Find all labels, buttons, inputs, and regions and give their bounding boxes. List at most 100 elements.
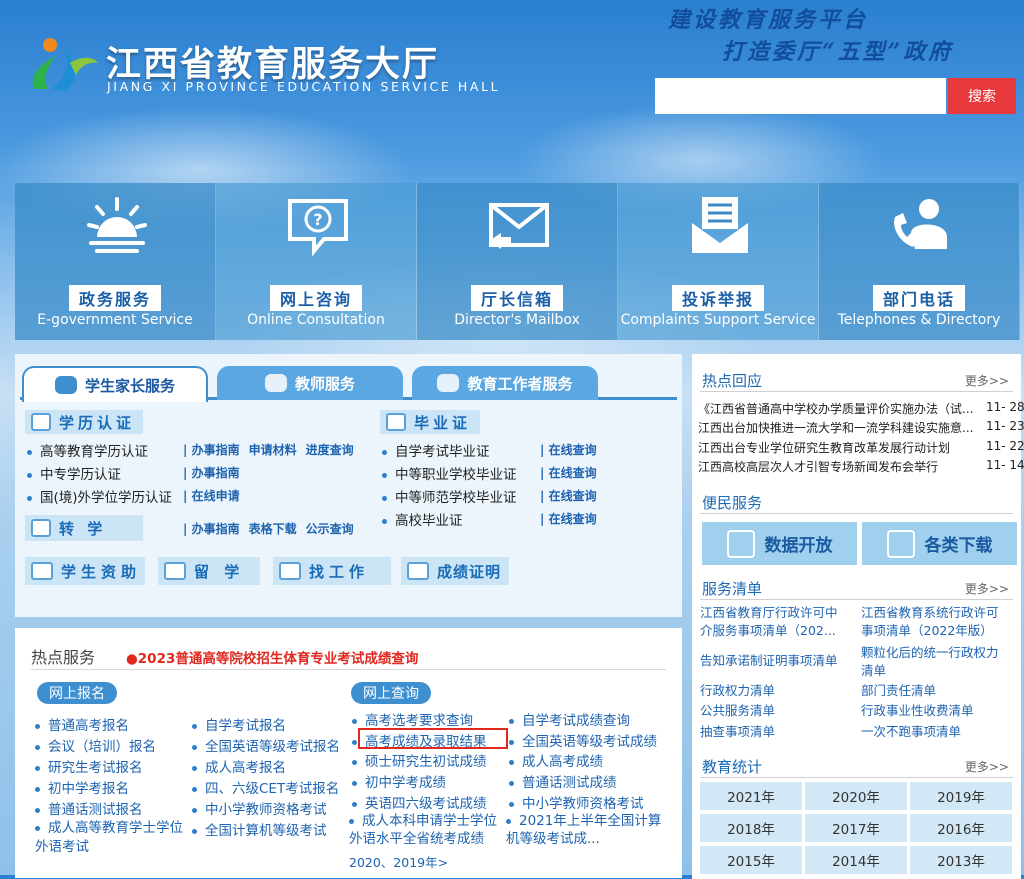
year-button[interactable]: 2019年 <box>910 782 1012 810</box>
list-item[interactable]: 成人高考报名 <box>192 756 286 776</box>
list-item[interactable]: 公共服务清单 <box>700 702 775 720</box>
list-item[interactable]: 颗粒化后的统一行政权力清单 <box>861 644 1006 680</box>
tab-student-parent[interactable]: 学生家长服务 <box>22 366 208 402</box>
list-item[interactable]: 国(境)外学位学历认证 <box>27 486 172 506</box>
list-item[interactable]: 高考选考要求查询 <box>352 709 473 729</box>
link[interactable]: 办事指南 <box>192 466 240 480</box>
qingdan-more-link[interactable]: 更多>> <box>965 580 1009 597</box>
hot-reply-more-link[interactable]: 更多>> <box>965 372 1009 389</box>
files-icon <box>886 529 915 558</box>
year-button[interactable]: 2020年 <box>805 782 907 810</box>
category-zhuanxue[interactable]: 转 学 <box>25 515 143 541</box>
list-item[interactable]: 江西省教育系统行政许可事项清单（2022年版） <box>861 604 1006 640</box>
list-item[interactable]: 自学考试成绩查询 <box>509 709 630 729</box>
list-item[interactable]: 初中学考成绩 <box>352 771 446 791</box>
list-item[interactable]: 行政事业性收费清单 <box>861 702 974 720</box>
link[interactable]: 申请材料 <box>249 443 297 457</box>
year-button[interactable]: 2018年 <box>700 814 802 842</box>
list-item[interactable]: 研究生考试报名 <box>35 756 143 776</box>
list-item[interactable]: 成人本科申请学士学位外语水平全省统考成绩 <box>349 812 505 848</box>
score-cert-button[interactable]: 成绩证明 <box>401 557 509 585</box>
link[interactable]: 公示查询 <box>306 522 354 536</box>
service-phone-label: 部门电话 <box>872 285 966 311</box>
list-item[interactable]: 中专学历认证 <box>27 463 121 483</box>
list-item[interactable]: 江西省教育厅行政许可中介服务事项清单（202... <box>700 604 845 640</box>
tab-teacher[interactable]: 教师服务 <box>217 366 403 400</box>
year-button[interactable]: 2021年 <box>700 782 802 810</box>
category-zhuanxue-label: 转 学 <box>59 519 107 538</box>
list-item[interactable]: 中等师范学校毕业证 <box>382 486 517 506</box>
service-mailbox[interactable]: 厅长信箱 Director's Mailbox <box>417 183 618 340</box>
stats-more-link[interactable]: 更多>> <box>965 758 1009 775</box>
link[interactable]: 表格下载 <box>249 522 297 536</box>
hot-services-header: 热点服务 ●2023普通高等院校招生体育专业考试成绩查询 <box>31 644 666 670</box>
more-years-link[interactable]: 2020、2019年> <box>349 852 448 871</box>
list-item[interactable]: 高校毕业证 <box>382 509 463 529</box>
search-input[interactable] <box>655 78 946 114</box>
year-button[interactable]: 2013年 <box>910 846 1012 874</box>
service-consultation[interactable]: ? 网上咨询 Online Consultation <box>216 183 417 340</box>
list-item[interactable]: 中小学教师资格考试 <box>192 798 327 818</box>
list-item[interactable]: 全国计算机等级考试 <box>192 819 327 839</box>
link[interactable]: 办事指南 <box>192 443 240 457</box>
list-item[interactable]: 高等教育学历认证 <box>27 440 148 460</box>
list-item[interactable]: 抽查事项清单 <box>700 723 775 741</box>
category-xueli: 学历认证 <box>25 410 143 434</box>
news-item[interactable]: 江西出台专业学位研究生教育改革发展行动计划 11- 22 <box>698 439 1024 456</box>
link[interactable]: 在线查询 <box>549 443 597 457</box>
hot-reply-header: 热点回应 更多>> <box>700 368 1013 392</box>
service-phone[interactable]: 部门电话 Telephones & Directory <box>819 183 1020 340</box>
list-item[interactable]: 部门责任清单 <box>861 682 936 700</box>
student-aid-button[interactable]: 学生资助 <box>25 557 145 585</box>
list-item[interactable]: 自学考试报名 <box>192 714 286 734</box>
list-item[interactable]: 硕士研究生初试成绩 <box>352 750 487 770</box>
link[interactable]: 在线查询 <box>549 512 597 526</box>
list-item[interactable]: 普通高考报名 <box>35 714 129 734</box>
cloud-icon <box>726 529 755 558</box>
list-item[interactable]: 四、六级CET考试报名 <box>192 777 339 797</box>
list-item[interactable]: 成人高等教育学士学位外语考试 <box>35 819 195 857</box>
year-button[interactable]: 2014年 <box>805 846 907 874</box>
news-item[interactable]: 江西出台加快推进一流大学和一流学科建设实施意... 11- 23 <box>698 419 1024 436</box>
list-item[interactable]: 行政权力清单 <box>700 682 775 700</box>
news-item[interactable]: 《江西省普通高中学校办学质量评价实施办法（试... 11- 28 <box>698 400 1024 417</box>
list-item[interactable]: 中等职业学校毕业证 <box>382 463 517 483</box>
news-item[interactable]: 江西高校高层次人才引智专场新闻发布会举行 11- 14 <box>698 458 1024 475</box>
online-signup-label: 网上报名 <box>37 682 117 704</box>
student-aid-label: 学生资助 <box>61 562 142 581</box>
list-item-highlighted[interactable]: 高考成绩及录取结果 <box>352 730 487 750</box>
list-item[interactable]: 会议（培训）报名 <box>35 735 156 755</box>
year-button[interactable]: 2017年 <box>805 814 907 842</box>
link[interactable]: 进度查询 <box>306 443 354 457</box>
list-item[interactable]: 普通话测试成绩 <box>509 771 617 791</box>
service-complaints[interactable]: 投诉举报 Complaints Support Service <box>618 183 819 340</box>
teacher-icon <box>264 374 287 392</box>
list-item[interactable]: 初中学考报名 <box>35 777 129 797</box>
link[interactable]: 在线查询 <box>549 489 597 503</box>
list-item[interactable]: 全国英语等级考试成绩 <box>509 730 657 750</box>
list-item[interactable]: 自学考试毕业证 <box>382 440 490 460</box>
list-item[interactable]: 英语四六级考试成绩 <box>352 792 487 812</box>
study-abroad-button[interactable]: 留 学 <box>158 557 260 585</box>
link[interactable]: 办事指南 <box>192 522 240 536</box>
list-item[interactable]: 一次不跑事项清单 <box>861 723 961 741</box>
list-item[interactable]: 普通话测试报名 <box>35 798 143 818</box>
year-button[interactable]: 2016年 <box>910 814 1012 842</box>
link-group: | 办事指南 <box>183 466 240 480</box>
link[interactable]: 在线申请 <box>192 489 240 503</box>
search-button[interactable]: 搜索 <box>948 78 1016 114</box>
service-egov[interactable]: 政务服务 E-government Service <box>15 183 216 340</box>
year-button[interactable]: 2015年 <box>700 846 802 874</box>
link[interactable]: 在线查询 <box>549 466 597 480</box>
list-item[interactable]: 全国英语等级考试报名 <box>192 735 340 755</box>
downloads-button[interactable]: 各类下载 <box>862 522 1017 565</box>
certificate-icon <box>386 413 406 431</box>
hot-notice-link[interactable]: ●2023普通高等院校招生体育专业考试成绩查询 <box>126 647 418 667</box>
data-open-button[interactable]: 数据开放 <box>702 522 857 565</box>
list-item[interactable]: 成人高考成绩 <box>509 750 603 770</box>
tab-educator[interactable]: 教育工作者服务 <box>412 366 598 400</box>
list-item[interactable]: 中小学教师资格考试 <box>509 792 644 812</box>
find-job-button[interactable]: 找工作 <box>273 557 391 585</box>
list-item[interactable]: 2021年上半年全国计算机等级考试成... <box>506 812 666 848</box>
list-item[interactable]: 告知承诺制证明事项清单 <box>700 652 838 670</box>
